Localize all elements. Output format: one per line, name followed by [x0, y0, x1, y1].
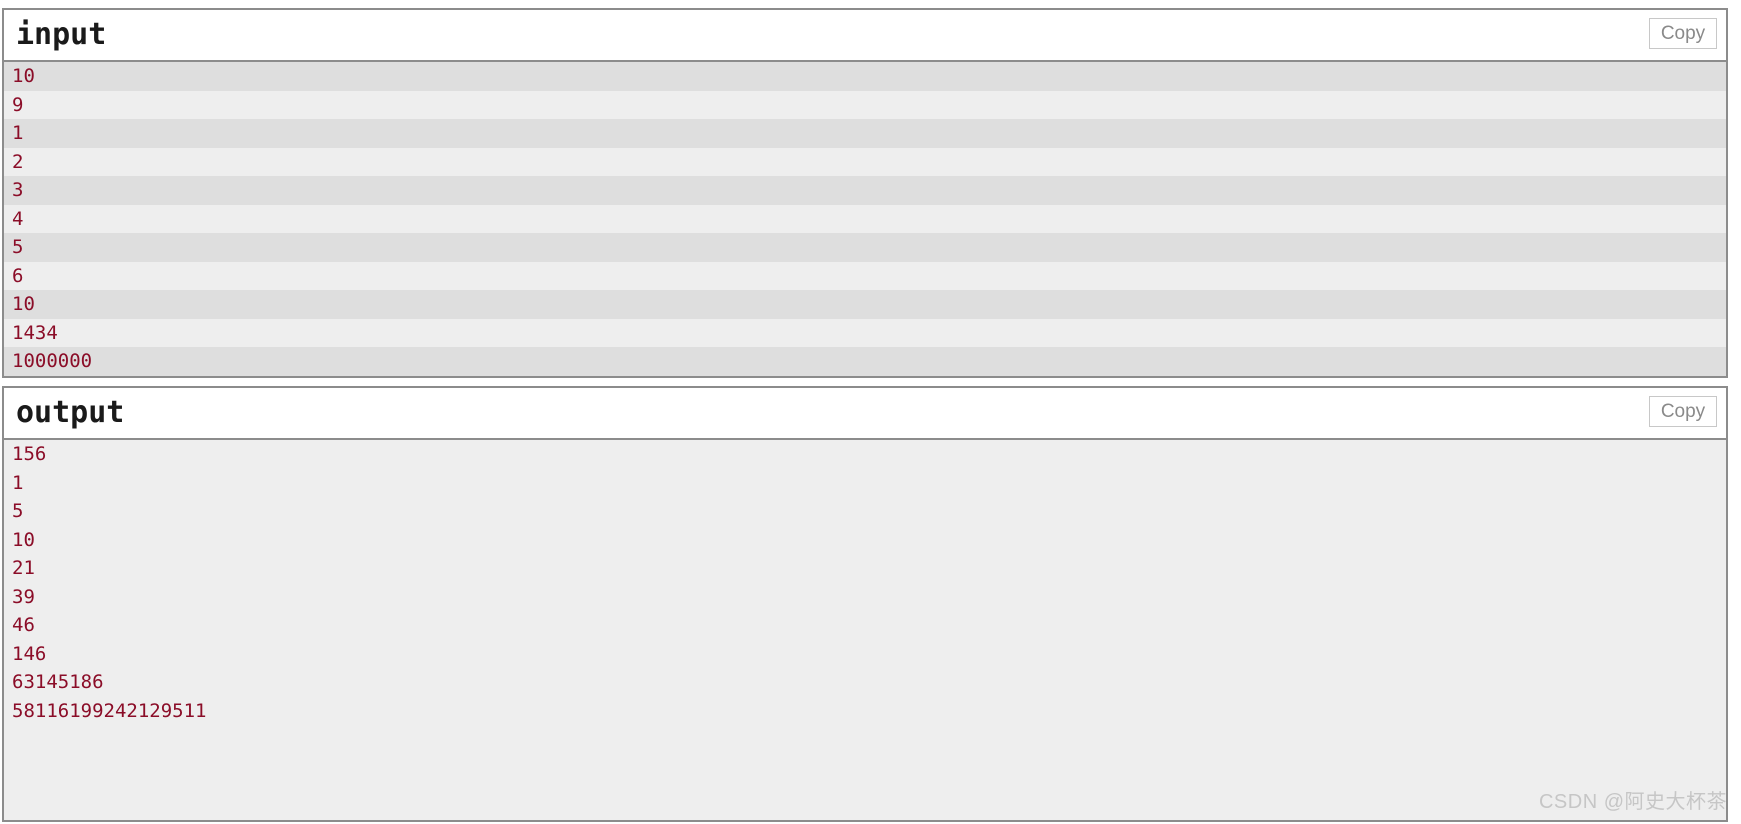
input-panel-header: input Copy: [4, 10, 1726, 62]
code-line: 146: [4, 639, 1726, 668]
code-line: 63145186: [4, 668, 1726, 697]
copy-output-button[interactable]: Copy: [1649, 396, 1717, 427]
clipped-heading-sliver: t: [0, 0, 1741, 2]
code-line: 6: [4, 261, 1726, 290]
code-line: 1000000: [4, 347, 1726, 376]
code-line: 3: [4, 176, 1726, 205]
code-line: 9: [4, 90, 1726, 119]
code-line: 4: [4, 204, 1726, 233]
input-panel: input Copy 10 9 1 2 3 4 5 6 10 1434 1000000: [2, 8, 1728, 378]
copy-input-button[interactable]: Copy: [1649, 18, 1717, 49]
code-line: 1: [4, 119, 1726, 148]
code-line: 5: [4, 233, 1726, 262]
code-line: 2: [4, 147, 1726, 176]
code-result-page: t input Copy 1091234561014341000000 outp…: [0, 0, 1741, 824]
code-line: 21: [4, 554, 1726, 583]
code-line: 5: [4, 497, 1726, 526]
code-line: 46: [4, 611, 1726, 640]
code-line: 58116199242129511: [4, 696, 1726, 725]
code-line: 10: [4, 62, 1726, 91]
output-code-body[interactable]: 156 1 5 10 21 39 46 146 63145186 5811619924212951…: [4, 440, 1726, 820]
code-line: 156: [4, 440, 1726, 469]
code-line: 39: [4, 582, 1726, 611]
output-panel: output Copy 156 1 5 10 21 39 46 146 63145186 5811…: [2, 386, 1728, 822]
code-line: 10: [4, 290, 1726, 319]
output-panel-title: output: [16, 395, 125, 430]
code-line: 1434: [4, 318, 1726, 347]
input-code-body[interactable]: 10 9 1 2 3 4 5 6 10 1434 1000000: [4, 62, 1726, 376]
output-panel-header: output Copy: [4, 388, 1726, 440]
input-panel-title: input: [16, 17, 107, 52]
code-line: 10: [4, 525, 1726, 554]
code-line: 1: [4, 468, 1726, 497]
